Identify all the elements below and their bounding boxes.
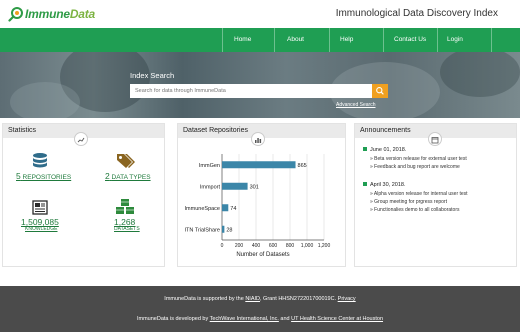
nav-contact-us[interactable]: Contact Us xyxy=(394,28,426,52)
data-types-label: DATA TYPES xyxy=(111,174,151,181)
x-axis-title: Number of Datasets xyxy=(236,252,289,258)
chart-bar xyxy=(222,182,248,190)
announcement-date: April 30, 2018. xyxy=(363,182,405,188)
logo-text-data: Data xyxy=(69,7,96,21)
niaid-link[interactable]: NIAID xyxy=(245,296,260,302)
announcement-line: » Beta version release for external user… xyxy=(370,156,467,162)
logo[interactable]: ImmuneData xyxy=(8,5,95,23)
logo-text: ImmuneData xyxy=(25,7,95,21)
category-label: ImmuneSpace xyxy=(185,206,220,212)
search-icon xyxy=(376,87,384,95)
announcement-line: » Functionalies demo to all collaborator… xyxy=(370,207,460,213)
panel-title: Announcements xyxy=(360,127,411,134)
bar-value-label: 301 xyxy=(250,184,259,190)
search-label: Index Search xyxy=(130,71,175,80)
chart-bar xyxy=(222,161,296,169)
announcement-date-text: April 30, 2018. xyxy=(370,182,406,188)
repositories-label: REPOSITORIES xyxy=(22,174,72,181)
x-tick-label: 800 xyxy=(286,243,295,249)
search-input[interactable] xyxy=(130,84,372,98)
bar-value-label: 865 xyxy=(298,163,307,169)
x-tick-label: 200 xyxy=(235,243,244,249)
x-tick-label: 400 xyxy=(252,243,261,249)
data-types-stat-link[interactable]: 2 DATA TYPES xyxy=(105,171,151,181)
site-title: Immunological Data Discovery Index xyxy=(335,8,498,19)
nav-divider xyxy=(437,28,438,52)
category-label: ImmGen xyxy=(199,163,220,169)
nav-divider xyxy=(274,28,275,52)
nav-divider xyxy=(383,28,384,52)
x-tick-label: 600 xyxy=(269,243,278,249)
advanced-search-link[interactable]: Advanced Search xyxy=(336,102,375,108)
nav-home[interactable]: Home xyxy=(234,28,251,52)
category-label: ITN TrialShare xyxy=(185,227,220,233)
magnifier-logo-icon xyxy=(8,6,24,22)
logo-text-immune: Immune xyxy=(25,7,70,21)
calendar-icon xyxy=(428,132,442,146)
panel-title: Statistics xyxy=(8,127,37,134)
footer-text: , Grant HHSN272201700019C. xyxy=(259,296,338,302)
nav-help[interactable]: Help xyxy=(340,28,353,52)
techwave-link[interactable]: TechWave International, Inc. xyxy=(210,316,279,322)
nav-divider xyxy=(491,28,492,52)
footer-text: and xyxy=(278,316,292,322)
bullet-square-icon xyxy=(363,182,367,186)
repositories-count: 5 xyxy=(16,171,21,181)
announcement-line: » Group meeting for prgress report xyxy=(370,199,447,205)
x-tick-label: 0 xyxy=(221,243,224,249)
data-types-count: 2 xyxy=(105,171,110,181)
footer-support-line: ImmuneData is supported by the NIAID, Gr… xyxy=(0,296,520,302)
nav-divider xyxy=(222,28,223,52)
privacy-link[interactable]: Privacy xyxy=(338,296,356,302)
footer-text: ImmuneData is supported by the xyxy=(164,296,246,302)
repositories-stat-link[interactable]: 5 REPOSITORIES xyxy=(16,171,71,181)
footer-text: ImmuneData is developed by xyxy=(136,316,210,322)
bar-value-label: 28 xyxy=(226,227,232,233)
chart-bar xyxy=(222,225,225,233)
chart-bar xyxy=(222,204,229,212)
datasets-label[interactable]: DATASETS xyxy=(114,226,140,232)
footer: ImmuneData is supported by the NIAID, Gr… xyxy=(0,286,520,332)
hero-search-banner: Index Search Advanced Search xyxy=(0,52,520,118)
nav-login[interactable]: Login xyxy=(447,28,463,52)
bar-value-label: 74 xyxy=(230,206,236,212)
search-button[interactable] xyxy=(372,84,388,98)
main-nav: Home About Help Contact Us Login xyxy=(0,28,520,52)
top-header: ImmuneData Immunological Data Discovery … xyxy=(0,0,520,28)
announcement-line: » Feedback and bug report are welcome xyxy=(370,164,460,170)
hero-background-shape xyxy=(440,52,520,97)
nav-about[interactable]: About xyxy=(287,28,304,52)
category-label: Immport xyxy=(200,184,221,190)
hero-background-shape xyxy=(10,82,80,118)
announcements-panel: Announcements June 01, 2018. » Beta vers… xyxy=(354,123,517,267)
dataset-repositories-panel: Dataset Repositories 0 200 400 600 800 1,000 1… xyxy=(177,123,346,267)
knowledge-label[interactable]: KNOWLEDGE xyxy=(25,226,58,232)
x-tick-label: 1,200 xyxy=(318,243,331,249)
repositories-bar-chart: 0 200 400 600 800 1,000 1,200 ImmGen 865 Immport 3… xyxy=(185,154,331,258)
uthealth-link[interactable]: UT Health Science Center at Houston xyxy=(291,316,383,322)
x-tick-label: 1,000 xyxy=(301,243,314,249)
announcement-date: June 01, 2018. xyxy=(363,147,406,153)
announcement-line: » Alpha version release for internal use… xyxy=(370,191,468,197)
nav-divider xyxy=(329,28,330,52)
bullet-square-icon xyxy=(363,147,367,151)
statistics-panel: Statistics 5 REPOSITORIES 2 DATA TYPES 1… xyxy=(2,123,165,267)
announcement-date-text: June 01, 2018. xyxy=(370,147,407,153)
footer-developer-line: ImmuneData is developed by TechWave Inte… xyxy=(0,316,520,322)
line-chart-icon xyxy=(74,132,88,146)
